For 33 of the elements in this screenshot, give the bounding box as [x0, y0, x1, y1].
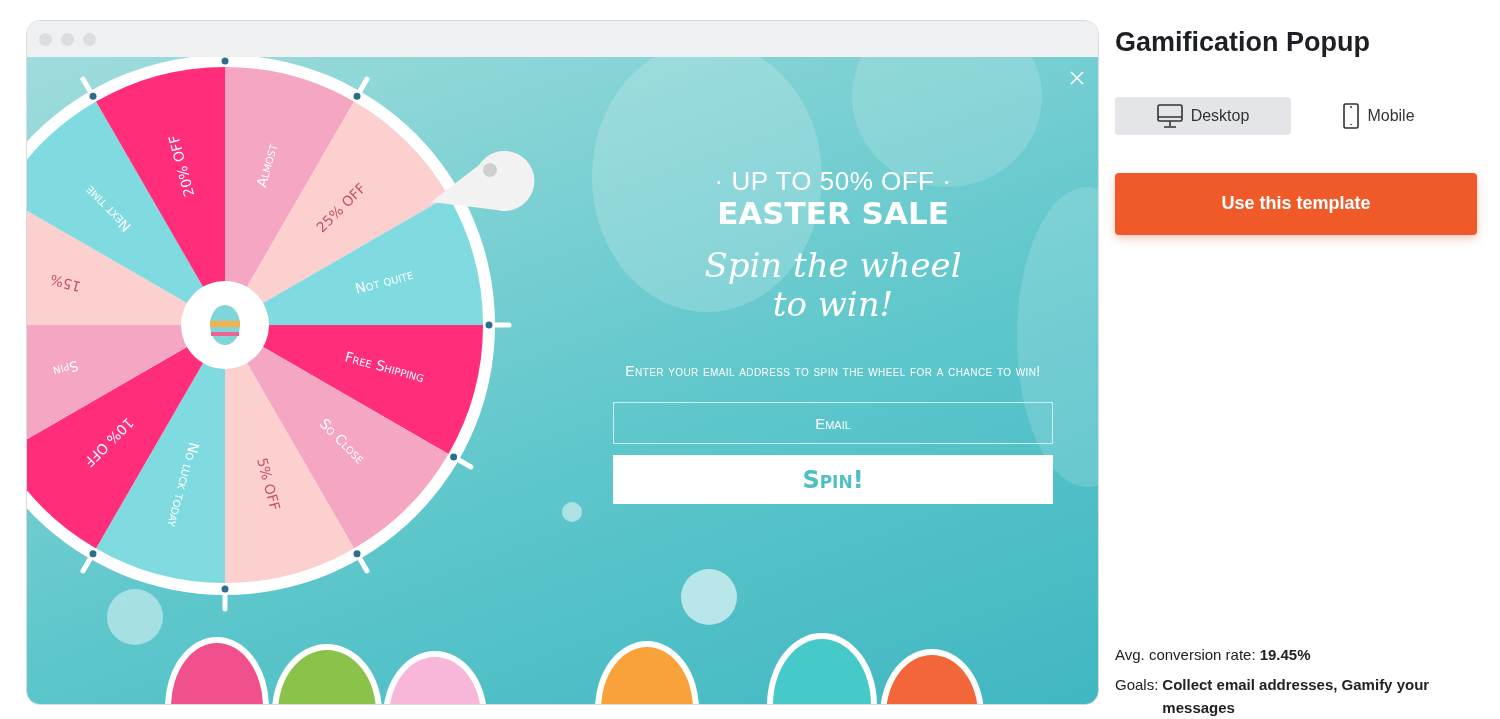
wheel-segment-label: 20% OFF: [165, 133, 198, 199]
wheel-peg: [221, 57, 229, 65]
stat-value: 19.45%: [1259, 644, 1311, 665]
stat-label: Avg. conversion rate:: [1115, 644, 1256, 665]
background-bubble: [562, 502, 582, 522]
wheel-segment-label: 15%: [48, 271, 83, 295]
wheel-peg: [353, 76, 370, 100]
email-field[interactable]: Email: [613, 402, 1053, 445]
wheel-segment-label: No luck today: [164, 440, 203, 529]
wheel-pointer-icon: [431, 150, 535, 211]
template-title: Gamification Popup: [1115, 26, 1371, 59]
script-title: Spin the wheel to win!: [703, 245, 963, 324]
wheel-peg: [80, 76, 97, 100]
close-icon[interactable]: [1070, 71, 1084, 85]
phone-icon: [1343, 102, 1360, 129]
device-tab[interactable]: Desktop: [1115, 96, 1291, 135]
wheel-peg: [80, 550, 97, 574]
wheel-segment-label: Not quite: [353, 265, 415, 297]
wheel-peg: [450, 453, 474, 470]
wheel-segment-label: Free Shipping: [343, 348, 427, 386]
popup-description: Enter your email address to spin the wheel for a chance to win!: [625, 361, 1041, 381]
stat-value: Collect email addresses, Gamify your messages: [1162, 675, 1431, 718]
wheel-peg: [353, 550, 370, 574]
background-bubble: [681, 569, 737, 625]
sale-headline: EASTER SALE: [717, 195, 949, 230]
stat-label: Goals:: [1115, 675, 1159, 695]
desktop-icon: [1156, 103, 1183, 128]
wheel-segment-label: 5% OFF: [254, 456, 284, 513]
wheel-segment-label: Almost: [253, 142, 281, 189]
background-bubble: [107, 589, 163, 645]
sale-kicker: · UP TO 50% OFF ·: [714, 167, 952, 196]
device-tab[interactable]: Mobile: [1291, 96, 1467, 135]
wheel-segment-label: Spin: [51, 357, 81, 380]
